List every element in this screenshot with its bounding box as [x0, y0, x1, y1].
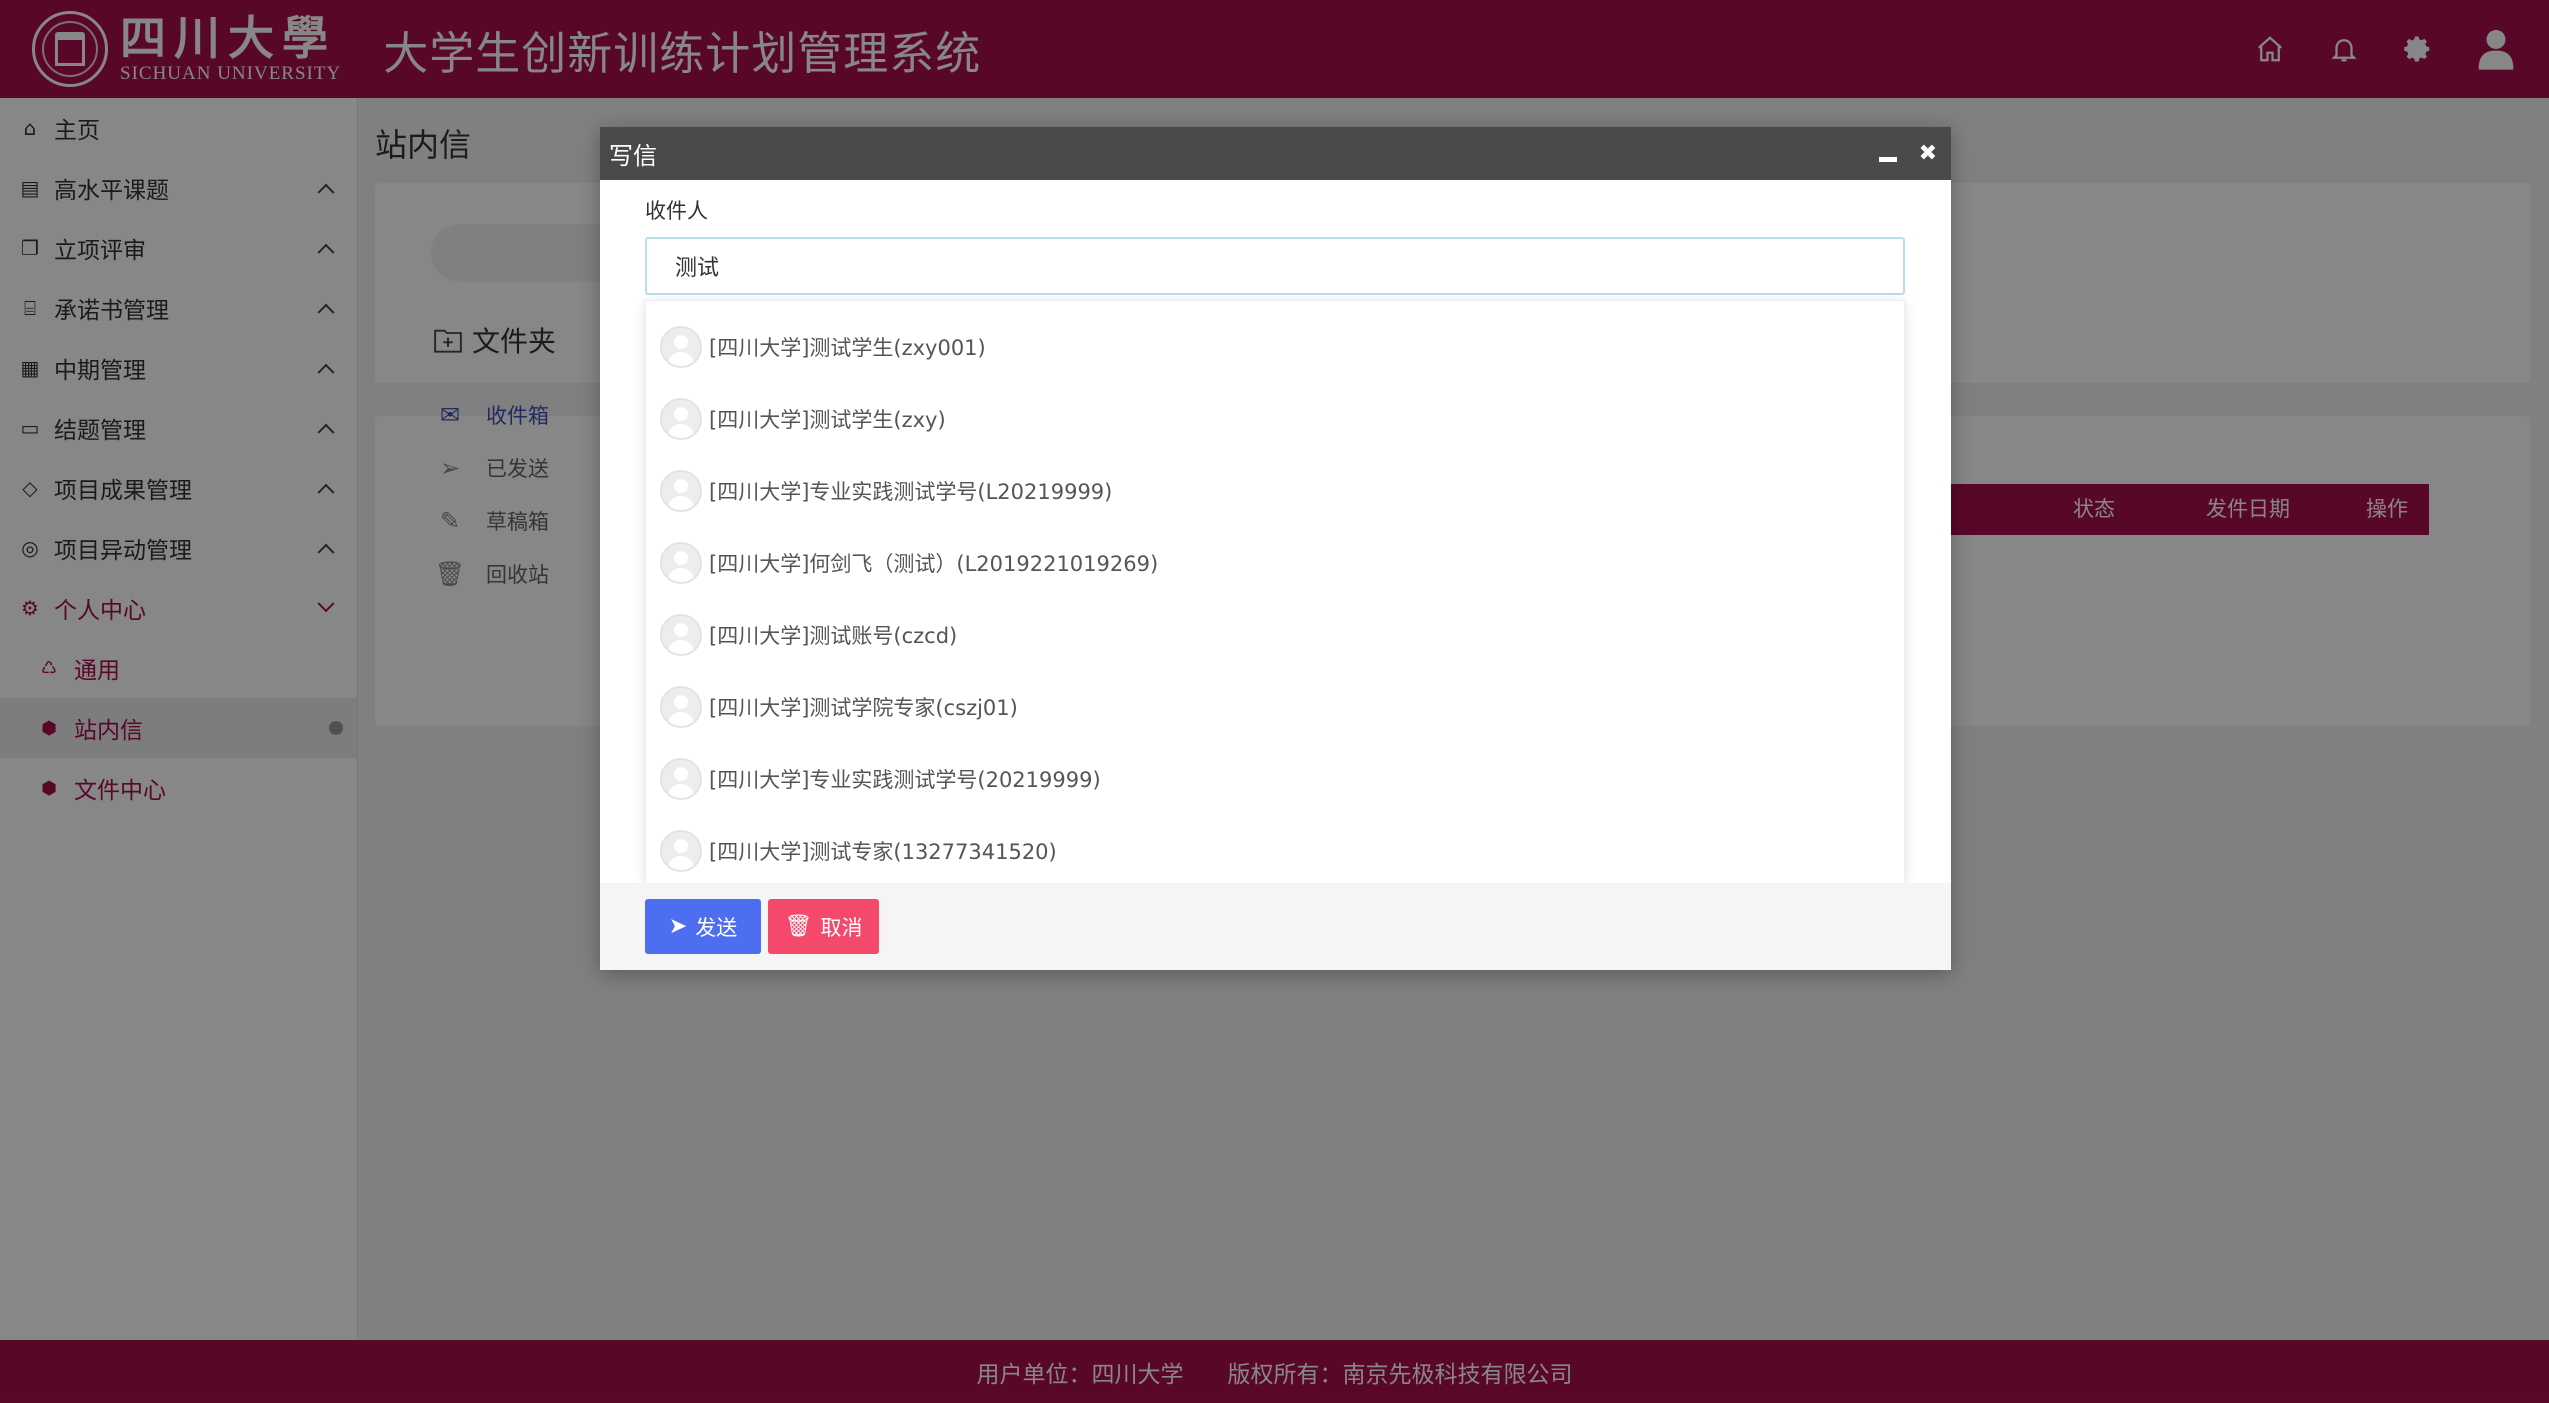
recipient-label: 收件人: [645, 199, 708, 223]
suggestion-label: [四川大学]专业实践测试学号(L20219999): [709, 480, 1113, 504]
avatar: [660, 614, 702, 656]
minimize-icon[interactable]: [1878, 157, 1897, 162]
compose-dialog: 写信 ✖ 收件人 [四川大学]测试学生(zxy001) [四川大学]测试学生(z…: [600, 127, 1951, 970]
avatar: [660, 542, 702, 584]
suggestion-label: [四川大学]测试学生(zxy): [709, 408, 946, 432]
cancel-button-label: 取消: [820, 915, 863, 940]
suggestion-item[interactable]: [四川大学]测试学院专家(cszj01): [646, 671, 1904, 743]
suggestion-item[interactable]: [四川大学]何剑飞（测试）(L2019221019269): [646, 527, 1904, 599]
trash-icon: 🗑: [784, 914, 813, 939]
close-icon[interactable]: ✖: [1919, 142, 1937, 165]
send-button[interactable]: ➤ 发送: [645, 899, 761, 954]
suggestion-label: [四川大学]专业实践测试学号(20219999): [709, 768, 1101, 792]
recipient-input[interactable]: [645, 237, 1905, 295]
avatar: [660, 830, 702, 872]
avatar: [660, 326, 702, 368]
suggestion-label: [四川大学]测试专家(13277341520): [709, 840, 1057, 864]
avatar: [660, 758, 702, 800]
suggestion-item[interactable]: [四川大学]测试专家(13277341520): [646, 815, 1904, 883]
suggestion-item[interactable]: [四川大学]专业实践测试学号(L20219999): [646, 455, 1904, 527]
dialog-footer: ➤ 发送 🗑 取消: [600, 883, 1951, 970]
avatar: [660, 686, 702, 728]
suggestion-item[interactable]: [四川大学]测试学生(zxy001): [646, 311, 1904, 383]
cancel-button[interactable]: 🗑 取消: [768, 899, 879, 954]
suggestion-label: [四川大学]测试学生(zxy001): [709, 336, 986, 360]
suggestion-label: [四川大学]测试学院专家(cszj01): [709, 696, 1018, 720]
avatar: [660, 470, 702, 512]
suggestion-item[interactable]: [四川大学]测试账号(czcd): [646, 599, 1904, 671]
dialog-title-bar[interactable]: 写信 ✖: [600, 127, 1951, 180]
dialog-title: 写信: [609, 142, 657, 170]
suggestion-item[interactable]: [四川大学]专业实践测试学号(20219999): [646, 743, 1904, 815]
suggestion-label: [四川大学]何剑飞（测试）(L2019221019269): [709, 552, 1159, 576]
send-button-label: 发送: [695, 915, 738, 940]
paper-plane-icon: ➤: [668, 914, 688, 939]
suggestion-label: [四川大学]测试账号(czcd): [709, 624, 958, 648]
avatar: [660, 398, 702, 440]
recipient-suggestions: [四川大学]测试学生(zxy001) [四川大学]测试学生(zxy) [四川大学…: [645, 300, 1905, 883]
suggestion-item[interactable]: [四川大学]测试学生(zxy): [646, 383, 1904, 455]
